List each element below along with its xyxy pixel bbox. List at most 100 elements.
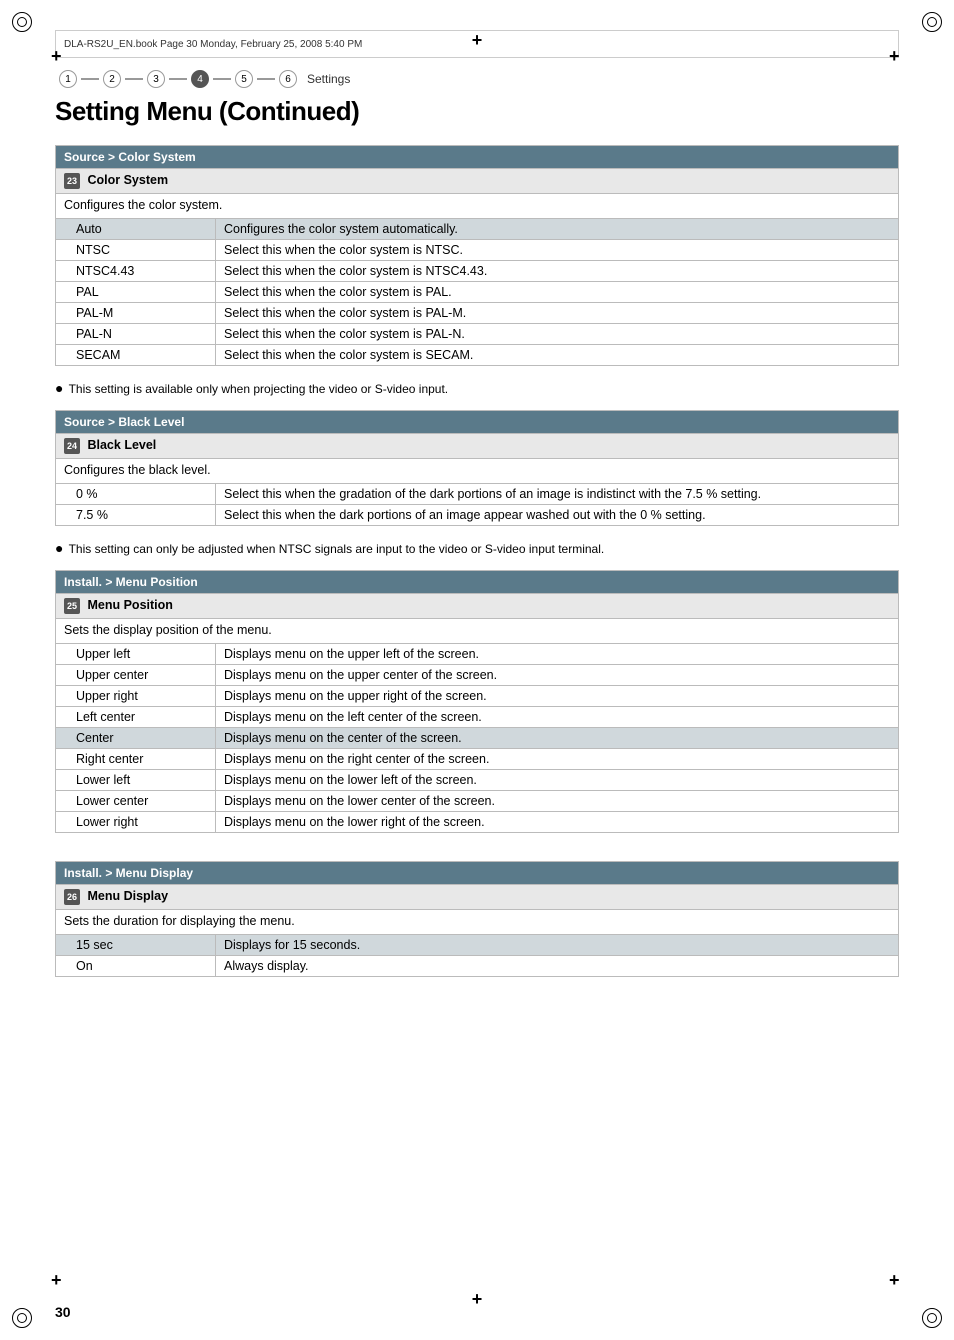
option-paln: PAL-N xyxy=(56,324,216,345)
option-right-center: Right center xyxy=(56,749,216,770)
page-title: Setting Menu (Continued) xyxy=(55,96,899,127)
black-level-desc: Configures the black level. xyxy=(56,459,899,484)
desc-paln: Select this when the color system is PAL… xyxy=(216,324,899,345)
option-on: On xyxy=(56,956,216,977)
crosshair-bl xyxy=(50,1274,66,1290)
step-1: 1 xyxy=(59,70,77,88)
desc-lower-left: Displays menu on the lower left of the s… xyxy=(216,770,899,791)
color-system-row-ntsc443: NTSC4.43 Select this when the color syst… xyxy=(56,261,899,282)
menu-display-badge: 26 xyxy=(64,889,80,905)
desc-right-center: Displays menu on the right center of the… xyxy=(216,749,899,770)
color-system-row-palm: PAL-M Select this when the color system … xyxy=(56,303,899,324)
desc-center: Displays menu on the center of the scree… xyxy=(216,728,899,749)
black-level-row-75: 7.5 % Select this when the dark portions… xyxy=(56,505,899,526)
option-upper-right: Upper right xyxy=(56,686,216,707)
menu-position-header: Install. > Menu Position xyxy=(56,571,899,594)
reg-mark-bl xyxy=(12,1308,32,1328)
black-level-row-0: 0 % Select this when the gradation of th… xyxy=(56,484,899,505)
option-palm: PAL-M xyxy=(56,303,216,324)
crosshair-bottom-center: + xyxy=(472,1289,483,1310)
desc-15sec: Displays for 15 seconds. xyxy=(216,935,899,956)
option-pal: PAL xyxy=(56,282,216,303)
page-number: 30 xyxy=(55,1304,71,1320)
step-6: 6 xyxy=(279,70,297,88)
option-left-center: Left center xyxy=(56,707,216,728)
reg-mark-br xyxy=(922,1308,942,1328)
step-indicator: 1 2 3 4 5 6 Settings xyxy=(55,68,899,90)
option-upper-left: Upper left xyxy=(56,644,216,665)
step-line-4 xyxy=(213,78,231,80)
option-auto: Auto xyxy=(56,219,216,240)
desc-left-center: Displays menu on the left center of the … xyxy=(216,707,899,728)
step-line-5 xyxy=(257,78,275,80)
option-15sec: 15 sec xyxy=(56,935,216,956)
desc-upper-center: Displays menu on the upper center of the… xyxy=(216,665,899,686)
black-level-badge: 24 xyxy=(64,438,80,454)
color-system-table: Source > Color System 23 Color System Co… xyxy=(55,145,899,366)
menu-position-badge: 25 xyxy=(64,598,80,614)
option-secam: SECAM xyxy=(56,345,216,366)
option-center: Center xyxy=(56,728,216,749)
desc-upper-left: Displays menu on the upper left of the s… xyxy=(216,644,899,665)
desc-upper-right: Displays menu on the upper right of the … xyxy=(216,686,899,707)
option-ntsc: NTSC xyxy=(56,240,216,261)
menu-position-row-uc: Upper center Displays menu on the upper … xyxy=(56,665,899,686)
color-system-badge: 23 xyxy=(64,173,80,189)
option-0pct: 0 % xyxy=(56,484,216,505)
color-system-row-paln: PAL-N Select this when the color system … xyxy=(56,324,899,345)
option-lower-right: Lower right xyxy=(56,812,216,833)
desc-auto: Configures the color system automaticall… xyxy=(216,219,899,240)
crosshair-tr xyxy=(888,50,904,66)
black-level-header: Source > Black Level xyxy=(56,411,899,434)
menu-position-row-rc: Right center Displays menu on the right … xyxy=(56,749,899,770)
note-bullet-2: ● xyxy=(55,540,63,556)
crosshair-br xyxy=(888,1274,904,1290)
menu-display-row-on: On Always display. xyxy=(56,956,899,977)
option-lower-center: Lower center xyxy=(56,791,216,812)
option-lower-left: Lower left xyxy=(56,770,216,791)
crosshair-top-center: + xyxy=(472,30,483,51)
desc-75pct: Select this when the dark portions of an… xyxy=(216,505,899,526)
crosshair-tl xyxy=(50,50,66,66)
desc-0pct: Select this when the gradation of the da… xyxy=(216,484,899,505)
color-system-row-secam: SECAM Select this when the color system … xyxy=(56,345,899,366)
menu-position-row-ul: Upper left Displays menu on the upper le… xyxy=(56,644,899,665)
menu-display-desc: Sets the duration for displaying the men… xyxy=(56,910,899,935)
note-bullet-1: ● xyxy=(55,380,63,396)
color-system-row-ntsc: NTSC Select this when the color system i… xyxy=(56,240,899,261)
menu-position-row-locc: Lower center Displays menu on the lower … xyxy=(56,791,899,812)
menu-display-subsection: 26 Menu Display xyxy=(56,885,899,910)
option-ntsc443: NTSC4.43 xyxy=(56,261,216,282)
desc-on: Always display. xyxy=(216,956,899,977)
step-line-2 xyxy=(125,78,143,80)
menu-position-table: Install. > Menu Position 25 Menu Positio… xyxy=(55,570,899,833)
menu-position-row-center: Center Displays menu on the center of th… xyxy=(56,728,899,749)
menu-display-row-15sec: 15 sec Displays for 15 seconds. xyxy=(56,935,899,956)
page: DLA-RS2U_EN.book Page 30 Monday, Februar… xyxy=(0,0,954,1340)
desc-ntsc443: Select this when the color system is NTS… xyxy=(216,261,899,282)
desc-lower-center: Displays menu on the lower center of the… xyxy=(216,791,899,812)
desc-pal: Select this when the color system is PAL… xyxy=(216,282,899,303)
menu-display-table: Install. > Menu Display 26 Menu Display … xyxy=(55,861,899,977)
color-system-header: Source > Color System xyxy=(56,146,899,169)
step-3: 3 xyxy=(147,70,165,88)
menu-position-row-ll: Lower left Displays menu on the lower le… xyxy=(56,770,899,791)
reg-mark-tl xyxy=(12,12,32,32)
color-system-row-auto: Auto Configures the color system automat… xyxy=(56,219,899,240)
option-75pct: 7.5 % xyxy=(56,505,216,526)
step-label: Settings xyxy=(307,72,350,86)
main-content: Setting Menu (Continued) Source > Color … xyxy=(55,96,899,1285)
step-4: 4 xyxy=(191,70,209,88)
menu-position-row-lc: Left center Displays menu on the left ce… xyxy=(56,707,899,728)
step-5: 5 xyxy=(235,70,253,88)
step-line-1 xyxy=(81,78,99,80)
step-line-3 xyxy=(169,78,187,80)
color-system-row-pal: PAL Select this when the color system is… xyxy=(56,282,899,303)
menu-position-row-ur: Upper right Displays menu on the upper r… xyxy=(56,686,899,707)
color-system-note: ● This setting is available only when pr… xyxy=(55,380,899,396)
color-system-subsection: 23 Color System xyxy=(56,169,899,194)
black-level-note: ● This setting can only be adjusted when… xyxy=(55,540,899,556)
step-2: 2 xyxy=(103,70,121,88)
black-level-table: Source > Black Level 24 Black Level Conf… xyxy=(55,410,899,526)
color-system-desc: Configures the color system. xyxy=(56,194,899,219)
